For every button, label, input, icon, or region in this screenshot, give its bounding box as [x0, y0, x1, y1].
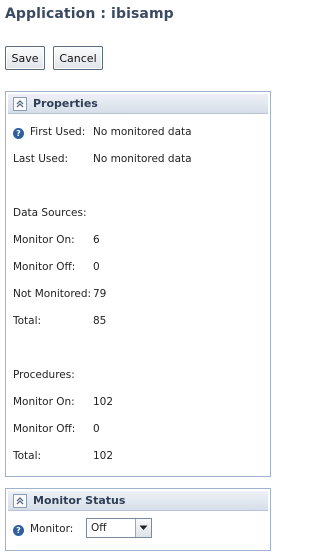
ds-total-value: 85 [93, 315, 107, 327]
properties-panel-header: Properties [8, 94, 268, 114]
first-used-label: First Used: [30, 126, 86, 138]
ds-monitor-off-value: 0 [93, 261, 100, 273]
ds-not-monitored-label: Not Monitored: [13, 288, 92, 300]
ds-monitor-on-value: 6 [93, 234, 100, 246]
last-used-value: No monitored data [93, 153, 192, 165]
monitor-label: Monitor: [30, 523, 74, 535]
collapse-up-icon[interactable] [13, 493, 27, 508]
ds-total-label: Total: [13, 315, 42, 327]
properties-panel-title: Properties [33, 97, 98, 110]
cancel-button[interactable]: Cancel [53, 46, 103, 70]
page-title: Application : ibisamp [5, 6, 174, 22]
first-used-value: No monitored data [93, 126, 192, 138]
help-icon[interactable]: ? [13, 525, 24, 536]
ds-monitor-on-label: Monitor On: [13, 234, 75, 246]
procedures-heading-label: Procedures: [13, 369, 75, 381]
save-button[interactable]: Save [5, 46, 45, 70]
pr-monitor-off-value: 0 [93, 423, 100, 435]
pr-total-value: 102 [93, 450, 114, 462]
chevron-down-icon[interactable] [135, 519, 151, 537]
pr-monitor-on-label: Monitor On: [13, 396, 75, 408]
monitor-select-value: Off [91, 522, 107, 534]
pr-monitor-off-label: Monitor Off: [13, 423, 76, 435]
collapse-up-icon[interactable] [13, 96, 27, 111]
monitor-status-panel-header: Monitor Status [8, 491, 268, 511]
help-icon[interactable]: ? [13, 128, 24, 139]
monitor-status-panel-title: Monitor Status [33, 494, 126, 507]
properties-panel: Properties ? First Used: No monitored dat… [5, 91, 271, 477]
monitor-status-panel: Monitor Status ? Monitor: Off [5, 488, 271, 551]
last-used-label: Last Used: [13, 153, 69, 165]
ds-not-monitored-value: 79 [93, 288, 107, 300]
pr-monitor-on-value: 102 [93, 396, 114, 408]
monitor-select[interactable]: Off [86, 518, 152, 538]
pr-total-label: Total: [13, 450, 42, 462]
data-sources-heading-label: Data Sources: [13, 207, 87, 219]
monitor-row: ? Monitor: [13, 522, 73, 536]
ds-monitor-off-label: Monitor Off: [13, 261, 76, 273]
